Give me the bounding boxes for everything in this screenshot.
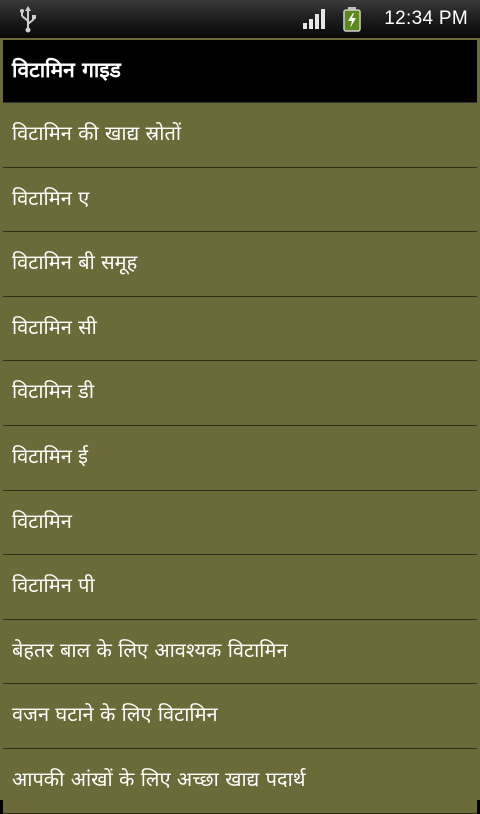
usb-icon: [20, 6, 36, 33]
signal-icon: [303, 9, 325, 29]
app-title-bar: विटामिन गाइड: [3, 40, 477, 103]
list-item-label: विटामिन ई: [12, 443, 88, 468]
list-item-hair-vitamins[interactable]: बेहतर बाल के लिए आवश्यक विटामिन: [3, 619, 477, 685]
list-item-label: बेहतर बाल के लिए आवश्यक विटामिन: [12, 637, 288, 662]
status-bar: 12:34 PM: [0, 0, 480, 38]
list-item-vitamin-b-group[interactable]: विटामिन बी समूह: [3, 232, 477, 297]
app-title: विटामिन गाइड: [12, 58, 121, 82]
list-item-label: विटामिन ए: [12, 185, 90, 210]
list-item-vitamin-a[interactable]: विटामिन ए: [3, 167, 477, 233]
list-item-label: विटामिन सी: [12, 314, 97, 339]
list-item-label: वजन घटाने के लिए विटामिन: [12, 702, 218, 727]
list-item-label: विटामिन डी: [12, 379, 95, 404]
list-item-weight-loss-vitamins[interactable]: वजन घटाने के लिए विटामिन: [3, 684, 477, 749]
list-item-food-sources[interactable]: विटामिन की खाद्य स्रोतों: [3, 103, 477, 168]
status-time: 12:34 PM: [384, 8, 468, 29]
list-item-label: विटामिन पी: [12, 573, 95, 598]
battery-charging-icon: [343, 7, 361, 32]
list-item-label: विटामिन बी समूह: [12, 250, 138, 275]
list-item-vitamin-d[interactable]: विटामिन डी: [3, 361, 477, 426]
list-item-label: विटामिन: [12, 508, 72, 533]
app-screen: विटामिन गाइड विटामिन की खाद्य स्रोतों वि…: [0, 38, 480, 814]
list-item-label: आपकी आंखों के लिए अच्छा खाद्य पदार्थ: [12, 766, 306, 791]
list-item-vitamin[interactable]: विटामिन: [3, 490, 477, 556]
list-item-eye-foods[interactable]: आपकी आंखों के लिए अच्छा खाद्य पदार्थ: [3, 748, 477, 814]
list-item-vitamin-c[interactable]: विटामिन सी: [3, 296, 477, 362]
list-item-vitamin-e[interactable]: विटामिन ई: [3, 425, 477, 491]
list-item-label: विटामिन की खाद्य स्रोतों: [12, 121, 182, 145]
vitamin-list: विटामिन की खाद्य स्रोतों विटामिन ए विटाम…: [3, 103, 477, 814]
list-item-vitamin-p[interactable]: विटामिन पी: [3, 555, 477, 620]
